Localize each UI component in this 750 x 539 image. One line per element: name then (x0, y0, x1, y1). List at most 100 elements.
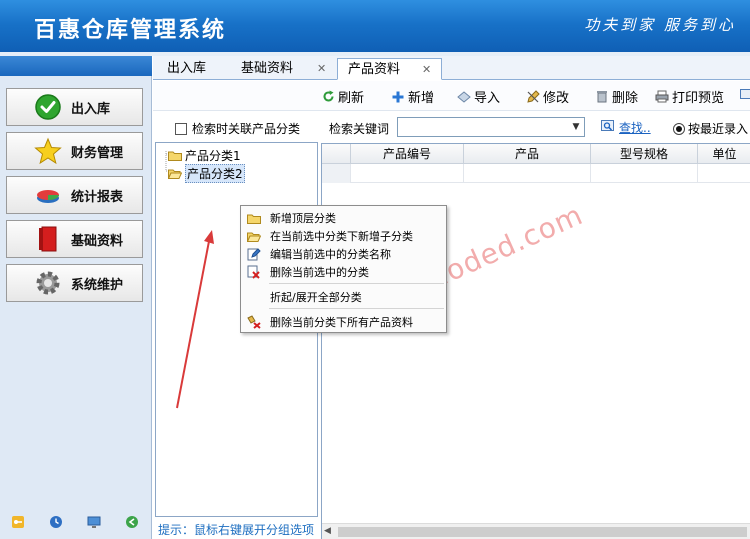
sidebar-item-label: 统计报表 (71, 189, 124, 205)
tab-close-icon[interactable]: ✕ (317, 62, 326, 75)
menu-separator (269, 308, 444, 309)
menu-item-label: 编辑当前选中的分类名称 (270, 248, 391, 261)
find-label: 查找.. (619, 121, 651, 135)
sidebar-item-finance[interactable]: 财务管理 (6, 132, 143, 170)
delete-button[interactable]: 删除 (595, 87, 638, 106)
hint-text: 提示：鼠标右键展开分组选项 (158, 523, 315, 537)
menu-item-add-subcategory[interactable]: 在当前选中分类下新增子分类 (241, 227, 446, 245)
printer-icon (655, 90, 669, 104)
refresh-icon (321, 90, 335, 104)
sidebar-item-label: 出入库 (71, 101, 111, 117)
menu-item-label: 折起/展开全部分类 (270, 291, 362, 304)
menu-separator (269, 283, 444, 284)
gear-icon (33, 268, 63, 298)
folder-open-icon (246, 229, 262, 243)
horizontal-scrollbar[interactable]: ◀ (322, 523, 750, 539)
toolbar-overflow-icon[interactable] (739, 87, 750, 101)
tab-product-data[interactable]: 产品资料 ✕ (337, 58, 443, 80)
menu-item-label: 删除当前分类下所有产品资料 (270, 316, 413, 329)
menu-item-toggle-all[interactable]: 折起/展开全部分类 (241, 288, 446, 306)
tree-node-category-1[interactable]: 产品分类1 (168, 147, 241, 164)
search-icon (601, 119, 615, 136)
chevron-down-icon[interactable]: ▼ (570, 120, 582, 134)
menu-item-add-top-category[interactable]: 新增顶层分类 (241, 209, 446, 227)
app-slogan: 功夫到家 服务到心 (584, 16, 736, 34)
sidebar-strip (0, 56, 152, 76)
app-title: 百惠仓库管理系统 (34, 18, 227, 43)
tab-close-icon[interactable]: ✕ (422, 63, 431, 76)
refresh-label: 刷新 (338, 91, 365, 106)
add-button[interactable]: 新增 (391, 87, 434, 106)
menu-item-delete-all-products[interactable]: 删除当前分类下所有产品资料 (241, 313, 446, 331)
edit-icon (526, 89, 540, 104)
add-label: 新增 (408, 91, 435, 106)
tab-basic-data[interactable]: 基础资料 ✕ (241, 58, 326, 80)
print-preview-button[interactable]: 打印预览 (655, 87, 724, 106)
tree-node-category-2[interactable]: 产品分类2 (167, 164, 245, 183)
monitor-icon[interactable] (87, 515, 103, 531)
star-icon (33, 136, 63, 166)
key-icon[interactable] (11, 515, 27, 531)
print-preview-label: 打印预览 (672, 91, 725, 106)
search-row: 检索关键词 ▼ 查找.. 按最近录入日 (321, 112, 750, 142)
checkbox-box[interactable] (175, 122, 187, 135)
import-icon (457, 90, 471, 104)
sidebar-item-inout[interactable]: 出入库 (6, 88, 143, 126)
edit-button[interactable]: 修改 (526, 87, 569, 106)
annotation-arrow (176, 230, 214, 409)
tab-bar: 出入库 基础资料 ✕ 产品资料 ✕ (153, 56, 750, 80)
table-row[interactable] (322, 164, 750, 183)
menu-item-label: 在当前选中分类下新增子分类 (270, 230, 413, 243)
sidebar-item-label: 财务管理 (71, 145, 124, 161)
delete-all-icon (246, 315, 262, 329)
sidebar-bottom-icons (0, 515, 152, 531)
recent-date-radio[interactable]: 按最近录入日 (673, 120, 750, 137)
search-keyword-combo[interactable]: ▼ (397, 117, 585, 137)
tab-inout[interactable]: 出入库 (167, 58, 206, 80)
toolbar: 刷新 新增 导入 修改 删除 打印预览 (153, 81, 750, 111)
folder-icon (246, 211, 262, 225)
column-header-unit[interactable]: 单位 (698, 144, 750, 164)
clock-icon[interactable] (49, 515, 65, 531)
delete-icon (246, 265, 262, 279)
edit-label: 修改 (543, 91, 570, 106)
column-header-product[interactable]: 产品 (464, 144, 591, 164)
delete-label: 删除 (612, 91, 639, 106)
sidebar: 出入库 财务管理 统计报表 基础资料 系统维护 (0, 56, 152, 539)
search-label: 检索关键词 (329, 122, 390, 136)
sidebar-item-reports[interactable]: 统计报表 (6, 176, 143, 214)
trash-icon (595, 90, 609, 104)
grid-header: 产品编号 产品 型号规格 单位 (322, 144, 750, 164)
refresh-button[interactable]: 刷新 (321, 87, 364, 106)
exit-icon[interactable] (125, 515, 141, 531)
app-header: 百惠仓库管理系统 功夫到家 服务到心 (0, 0, 750, 52)
product-grid: 产品编号 产品 型号规格 单位 ◀ (321, 143, 750, 539)
sidebar-item-basic-data[interactable]: 基础资料 (6, 220, 143, 258)
tree-node-label: 产品分类2 (185, 164, 245, 183)
scrollbar-thumb[interactable] (338, 527, 747, 537)
grid-corner (322, 144, 351, 164)
menu-item-delete-category[interactable]: 删除当前选中的分类 (241, 263, 446, 281)
radio-dot[interactable] (673, 122, 685, 135)
folder-open-icon (167, 168, 183, 179)
scroll-left-icon[interactable]: ◀ (324, 526, 331, 536)
tree-node-label: 产品分类1 (185, 149, 241, 163)
column-header-code[interactable]: 产品编号 (351, 144, 464, 164)
import-button[interactable]: 导入 (457, 87, 500, 106)
folder-icon (168, 150, 182, 161)
edit-icon (246, 247, 262, 261)
tab-label: 产品资料 (348, 62, 401, 77)
sidebar-item-system[interactable]: 系统维护 (6, 264, 143, 302)
menu-item-label: 新增顶层分类 (270, 212, 336, 225)
link-category-checkbox[interactable]: 检索时关联产品分类 (175, 120, 300, 137)
radio-label: 按最近录入日 (688, 122, 750, 136)
menu-item-rename-category[interactable]: 编辑当前选中的分类名称 (241, 245, 446, 263)
sidebar-item-label: 基础资料 (71, 233, 124, 249)
plus-icon (391, 90, 405, 104)
find-button[interactable]: 查找.. (601, 119, 651, 136)
import-label: 导入 (474, 91, 501, 106)
column-header-spec[interactable]: 型号规格 (591, 144, 698, 164)
book-icon (33, 224, 63, 254)
menu-item-label: 删除当前选中的分类 (270, 266, 369, 279)
context-menu: 新增顶层分类 在当前选中分类下新增子分类 编辑当前选中的分类名称 删除当前选中的… (240, 205, 447, 333)
